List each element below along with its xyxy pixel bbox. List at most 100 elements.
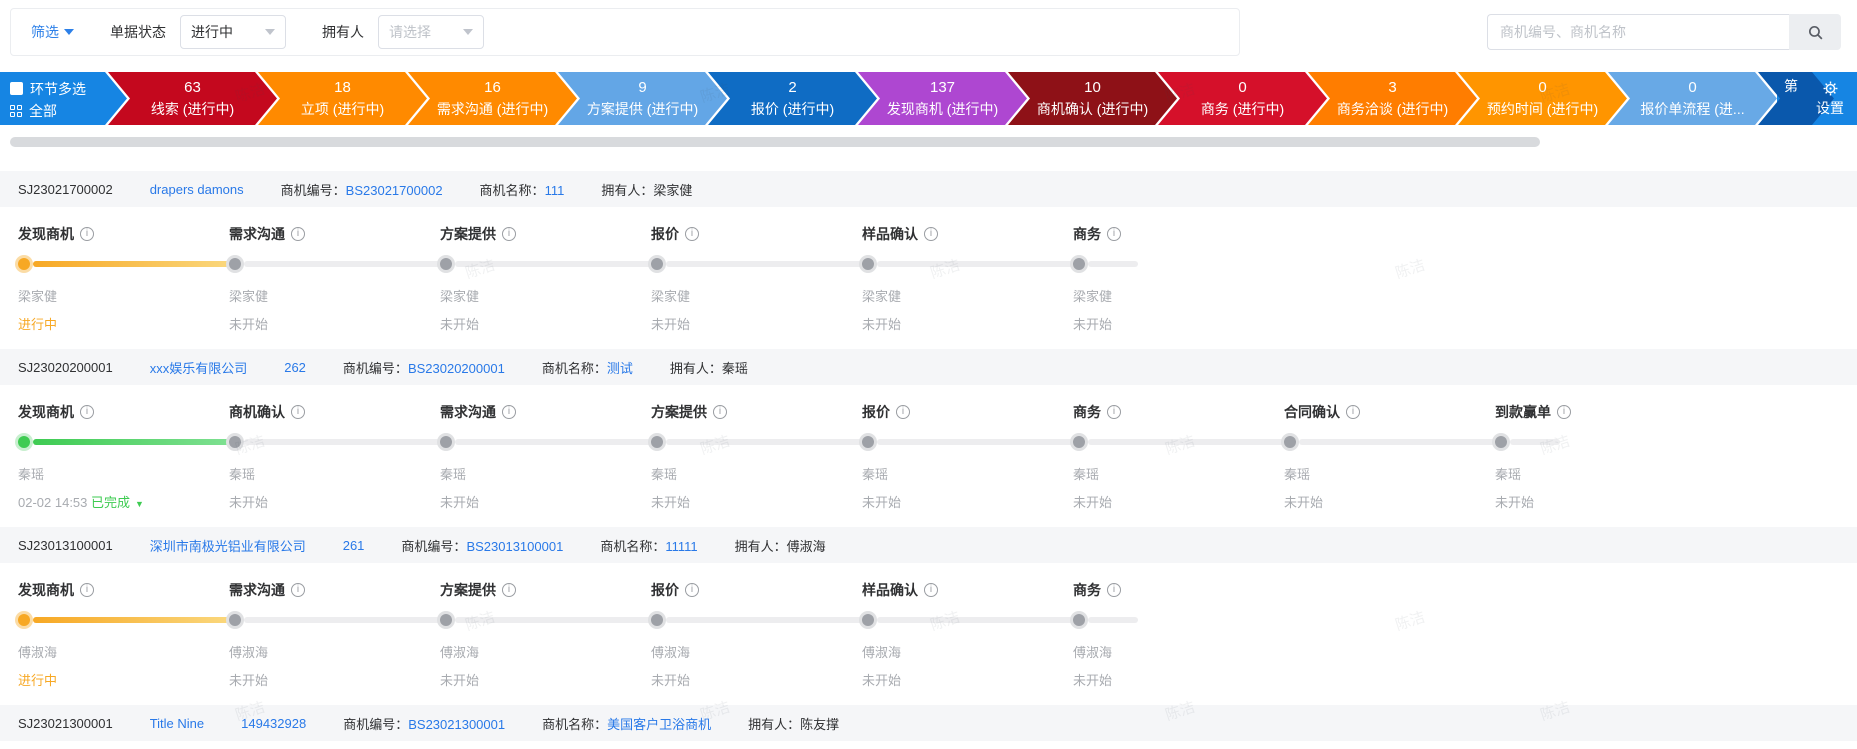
funnel-stage-count: 0 xyxy=(1538,79,1547,96)
opportunity-header: SJ23013100001 深圳市南极光铝业有限公司 261 商机编号：BS23013… xyxy=(0,527,1857,563)
stage-title-text: 报价 xyxy=(651,582,679,598)
stage-status: 未开始 xyxy=(1073,314,1284,333)
info-icon[interactable]: i xyxy=(291,405,305,419)
stage-status-text: 进行中 xyxy=(18,673,58,688)
stage-progress-track xyxy=(651,433,862,451)
name-link[interactable]: 美国客户卫浴商机 xyxy=(607,717,711,732)
info-icon[interactable]: i xyxy=(502,583,516,597)
funnel-stage-11[interactable]: 0 报价单流程 (进... xyxy=(1608,72,1777,125)
funnel-stage-9[interactable]: 3 商务洽谈 (进行中) xyxy=(1308,72,1477,125)
code-field: 商机编号：BS23021700002 xyxy=(281,180,443,199)
code-link[interactable]: BS23021300001 xyxy=(408,717,505,732)
grid-icon xyxy=(10,104,22,117)
funnel-stage-4[interactable]: 9 方案提供 (进行中) xyxy=(558,72,727,125)
stage-column: 合同确认 i 秦瑶 未开始 xyxy=(1284,402,1495,527)
company-link[interactable]: xxx娱乐有限公司 xyxy=(150,358,248,377)
filter-toggle[interactable]: 筛选 xyxy=(31,22,74,42)
stage-column: 方案提供 i 秦瑶 未开始 xyxy=(651,402,862,527)
stage-status-text: 已完成 xyxy=(91,495,131,510)
row-id: SJ23021700002 xyxy=(18,181,113,197)
stage-progress-track xyxy=(1073,255,1284,273)
info-icon[interactable]: i xyxy=(896,405,910,419)
info-icon[interactable]: i xyxy=(713,405,727,419)
name-link[interactable]: 11111 xyxy=(665,539,697,554)
info-icon[interactable]: i xyxy=(924,583,938,597)
stage-progress-line xyxy=(33,617,229,623)
funnel-stage-1[interactable]: 63 线索 (进行中) xyxy=(108,72,277,125)
funnel-settings-button[interactable]: 设置 xyxy=(1803,72,1857,125)
stage-title-text: 报价 xyxy=(651,226,679,242)
stage-progress-track xyxy=(1073,433,1284,451)
funnel-stage-7[interactable]: 10 商机确认 (进行中) xyxy=(1008,72,1177,125)
stage-title-text: 方案提供 xyxy=(440,582,496,598)
search-button[interactable] xyxy=(1789,14,1841,50)
stage-owner: 梁家健 xyxy=(18,289,58,304)
multiselect-checkbox[interactable] xyxy=(10,82,23,95)
info-icon[interactable]: i xyxy=(685,583,699,597)
stage-progress-dot xyxy=(18,614,30,626)
info-icon[interactable]: i xyxy=(80,405,94,419)
name-field: 商机名称：111 xyxy=(480,180,565,199)
info-icon[interactable]: i xyxy=(1346,405,1360,419)
company-link[interactable]: 深圳市南极光铝业有限公司 xyxy=(150,536,306,555)
company-number-link[interactable]: 149432928 xyxy=(241,716,306,731)
info-icon[interactable]: i xyxy=(1107,583,1121,597)
company-link[interactable]: Title Nine xyxy=(150,716,204,731)
funnel-stage-2[interactable]: 18 立项 (进行中) xyxy=(258,72,427,125)
info-icon[interactable]: i xyxy=(1107,405,1121,419)
funnel-stage-10[interactable]: 0 预约时间 (进行中) xyxy=(1458,72,1627,125)
info-icon[interactable]: i xyxy=(80,227,94,241)
info-icon[interactable]: i xyxy=(502,405,516,419)
funnel-stage-5[interactable]: 2 报价 (进行中) xyxy=(708,72,877,125)
stage-column: 报价 i 秦瑶 未开始 xyxy=(862,402,1073,527)
horizontal-scrollbar[interactable] xyxy=(10,137,1540,147)
funnel-stage-6[interactable]: 137 发现商机 (进行中) xyxy=(858,72,1027,125)
company-number-link[interactable]: 262 xyxy=(284,360,306,375)
stage-progress-dot xyxy=(651,258,663,270)
funnel-multiselect-block[interactable]: 环节多选 全部 xyxy=(0,72,127,125)
owner-name: 傅淑海 xyxy=(786,538,826,554)
name-link[interactable]: 测试 xyxy=(607,361,633,376)
funnel-stage-label: 商机确认 (进行中) xyxy=(1036,101,1149,117)
owner-select[interactable]: 请选择 xyxy=(378,15,484,49)
owner-name: 陈友撑 xyxy=(800,716,840,732)
doc-status-select[interactable]: 进行中 xyxy=(180,15,286,49)
company-link[interactable]: drapers damons xyxy=(150,182,244,197)
stage-title: 发现商机 i xyxy=(18,224,229,244)
stage-title: 报价 i xyxy=(862,402,1073,422)
stage-owner: 傅淑海 xyxy=(1073,645,1113,660)
info-icon[interactable]: i xyxy=(1557,405,1571,419)
name-label: 商机名称： xyxy=(541,360,607,376)
code-link[interactable]: BS23020200001 xyxy=(408,361,505,376)
owner-label: 拥有人： xyxy=(601,182,654,198)
stage-status: 未开始 xyxy=(1073,492,1284,511)
funnel-stage-3[interactable]: 16 需求沟通 (进行中) xyxy=(408,72,577,125)
stage-progress-line xyxy=(33,261,229,267)
info-icon[interactable]: i xyxy=(291,227,305,241)
stage-owner: 梁家健 xyxy=(651,289,691,304)
stage-progress-dot xyxy=(1495,436,1507,448)
name-link[interactable]: 111 xyxy=(545,183,565,198)
company-number-link[interactable]: 261 xyxy=(343,538,365,553)
info-icon[interactable]: i xyxy=(1107,227,1121,241)
stage-title-text: 商务 xyxy=(1073,582,1101,598)
stage-column: 报价 i 傅淑海 未开始 xyxy=(651,580,862,705)
funnel-stage-count: 18 xyxy=(334,79,351,96)
code-link[interactable]: BS23021700002 xyxy=(346,183,443,198)
stage-progress-dot xyxy=(440,258,452,270)
stage-progress-line xyxy=(1088,439,1284,445)
funnel-stage-8[interactable]: 0 商务 (进行中) xyxy=(1158,72,1327,125)
stage-progress-line xyxy=(33,439,229,445)
stage-progress-track xyxy=(1284,433,1495,451)
code-link[interactable]: BS23013100001 xyxy=(466,539,563,554)
chevron-down-icon[interactable]: ▼ xyxy=(135,499,144,509)
search-input[interactable] xyxy=(1487,14,1789,50)
stage-status-text: 未开始 xyxy=(1073,317,1113,332)
info-icon[interactable]: i xyxy=(291,583,305,597)
stage-owner: 梁家健 xyxy=(440,289,480,304)
stage-progress-dot xyxy=(229,436,241,448)
info-icon[interactable]: i xyxy=(685,227,699,241)
info-icon[interactable]: i xyxy=(80,583,94,597)
info-icon[interactable]: i xyxy=(502,227,516,241)
info-icon[interactable]: i xyxy=(924,227,938,241)
